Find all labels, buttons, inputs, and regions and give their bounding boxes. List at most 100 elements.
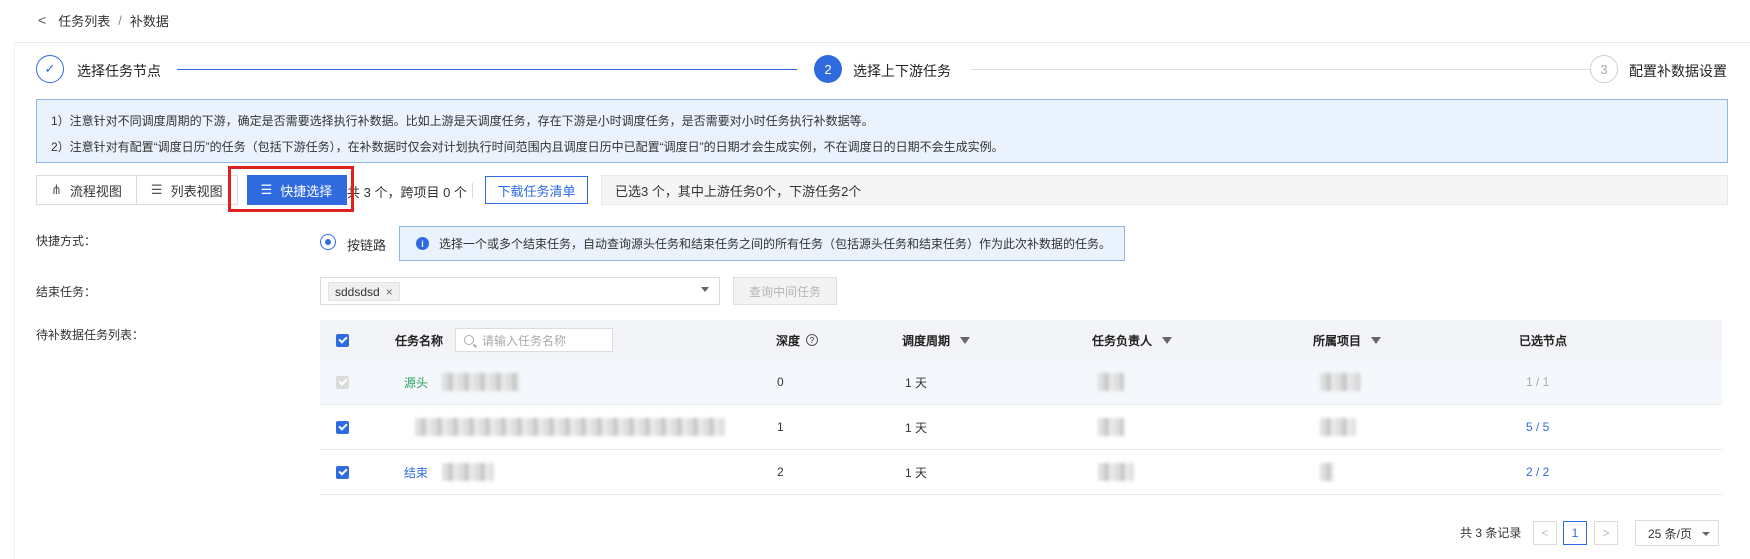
search-placeholder: 请输入任务名称 [482, 333, 567, 348]
query-middle-tasks-button[interactable]: 查询中间任务 [733, 277, 837, 305]
page-size-value: 25 条/页 [1648, 526, 1693, 541]
header-project-cell: 所属项目 [1313, 320, 1382, 360]
list-view-button[interactable]: ☰ 列表视图 [136, 175, 238, 205]
next-page-chevron-icon[interactable]: > [1594, 521, 1618, 545]
method-label: 快捷方式： [36, 234, 97, 248]
by-link-radio-label[interactable]: 按链路 [347, 235, 386, 254]
header-divider [14, 42, 1750, 43]
table-header: 任务名称 请输入任务名称 深度 ? 调度周期 任务负责人 所属项目 已选节点 [320, 320, 1722, 360]
task-list-label: 待补数据任务列表： [36, 328, 145, 342]
owner-filter-icon[interactable] [1162, 336, 1173, 344]
redacted-task-name [442, 373, 521, 391]
cycle-filter-icon[interactable] [960, 336, 971, 344]
toolbar-divider [472, 183, 473, 198]
step-1-check-icon: ✓ [36, 55, 64, 83]
end-task-tag-label: sddsdsd [335, 284, 380, 299]
step-2-label: 选择上下游任务 [853, 63, 951, 79]
table-row[interactable]: 1 1 天 5 / 5 [320, 405, 1722, 450]
header-cycle-cell: 调度周期 [902, 320, 971, 360]
method-hint-text: 选择一个或多个结束任务，自动查询源头任务和结束任务之间的所有任务（包括源头任务和… [439, 237, 1112, 251]
help-icon[interactable]: ? [806, 334, 819, 346]
selected-summary-text: 已选3 个，其中上游任务0个，下游任务2个 [615, 183, 862, 199]
flow-view-label: 流程视图 [69, 183, 122, 199]
page-number-button[interactable]: 1 [1563, 521, 1587, 545]
prev-page-chevron-icon[interactable]: < [1533, 521, 1557, 545]
redacted-project [1320, 418, 1356, 436]
header-owner: 任务负责人 [1092, 333, 1153, 348]
row-depth: 2 [777, 465, 784, 479]
end-task-label: 结束任务： [36, 285, 97, 299]
pagination-total: 共 3 条记录 [1460, 526, 1522, 540]
row-checkbox[interactable] [336, 375, 349, 389]
step-3-label: 配置补数据设置 [1629, 63, 1727, 79]
step-2-number: 2 [814, 55, 842, 83]
notice-line-2: 2）注意针对有配置“调度日历”的任务（包括下游任务），在补数据时仅会对计划执行时… [51, 140, 1004, 154]
back-chevron-icon[interactable]: < [38, 12, 46, 28]
by-link-radio[interactable] [320, 234, 336, 250]
header-depth-cell: 深度 ? [776, 320, 819, 360]
select-all-checkbox[interactable] [336, 333, 349, 347]
header-task-name: 任务名称 [395, 333, 444, 348]
list-view-label: 列表视图 [170, 183, 223, 199]
row-depth: 1 [777, 420, 784, 434]
redacted-task-name [442, 463, 495, 481]
row-selected-nodes-link[interactable]: 2 / 2 [1526, 450, 1549, 494]
download-task-list-button[interactable]: 下载任务清单 [485, 176, 588, 204]
notice-box: 1）注意针对不同调度周期的下游，确定是否需要选择执行补数据。比如上游是天调度任务… [36, 99, 1728, 163]
selected-summary-bar: 已选3 个，其中上游任务0个，下游任务2个 [601, 175, 1728, 205]
list-icon: ☰ [150, 182, 163, 197]
redacted-project [1320, 463, 1334, 481]
breadcrumb-parent-link[interactable]: 任务列表 [58, 11, 110, 30]
header-name-cell: 任务名称 请输入任务名称 [395, 320, 614, 360]
row-cycle: 1 天 [905, 420, 928, 435]
redacted-project [1320, 373, 1360, 391]
header-selected-nodes: 已选节点 [1519, 333, 1568, 348]
step-1-label: 选择任务节点 [77, 63, 161, 79]
highlight-annotation-box [228, 166, 354, 212]
row-cycle: 1 天 [905, 465, 928, 480]
search-icon [464, 335, 475, 345]
row-selected-nodes-link[interactable]: 5 / 5 [1526, 405, 1549, 449]
redacted-task-name [415, 418, 725, 436]
redacted-owner [1098, 463, 1134, 481]
notice-line-1: 1）注意针对不同调度周期的下游，确定是否需要选择执行补数据。比如上游是天调度任务… [51, 114, 874, 128]
step-connector-1 [177, 69, 797, 70]
table-row[interactable]: 源头 0 1 天 1 / 1 [320, 360, 1722, 405]
row-checkbox[interactable] [336, 420, 349, 434]
end-task-select[interactable]: sddsdsd × [320, 277, 720, 305]
end-tag: 结束 [404, 465, 429, 480]
header-owner-cell: 任务负责人 [1092, 320, 1173, 360]
step-connector-2 [971, 69, 1606, 70]
method-hint-box: i 选择一个或多个结束任务，自动查询源头任务和结束任务之间的所有任务（包括源头任… [399, 226, 1125, 261]
step-indicator: ✓ 选择任务节点 2 选择上下游任务 3 配置补数据设置 [36, 55, 1730, 85]
dropdown-caret-icon [701, 287, 709, 292]
redacted-owner [1098, 418, 1124, 436]
breadcrumb-separator: / [118, 12, 122, 28]
project-filter-icon[interactable] [1371, 336, 1382, 344]
info-icon: i [416, 237, 429, 250]
row-checkbox[interactable] [336, 465, 349, 479]
step-3-number: 3 [1590, 55, 1618, 83]
left-divider [14, 42, 15, 559]
breadcrumb-current: 补数据 [129, 13, 169, 29]
header-project: 所属项目 [1313, 333, 1362, 348]
header-nodes-cell: 已选节点 [1519, 320, 1567, 360]
redacted-owner [1098, 373, 1124, 391]
task-table: 任务名称 请输入任务名称 深度 ? 调度周期 任务负责人 所属项目 已选节点 源… [320, 320, 1722, 495]
tag-close-icon[interactable]: × [386, 285, 393, 299]
flow-tree-icon: ⋔ [51, 182, 62, 197]
source-tag: 源头 [404, 375, 429, 390]
flow-view-button[interactable]: ⋔ 流程视图 [36, 175, 137, 205]
breadcrumb: < 任务列表 / 补数据 [38, 10, 169, 30]
end-task-tag: sddsdsd × [328, 282, 400, 301]
page-size-select[interactable]: 25 条/页 [1635, 520, 1719, 546]
table-row[interactable]: 结束 2 1 天 2 / 2 [320, 450, 1722, 495]
task-name-search-input[interactable]: 请输入任务名称 [455, 328, 614, 352]
header-cycle: 调度周期 [902, 333, 951, 348]
select-all-cell [336, 320, 349, 360]
page-size-caret-icon [1702, 532, 1710, 536]
row-depth: 0 [777, 375, 784, 389]
row-cycle: 1 天 [905, 375, 928, 390]
row-selected-nodes: 1 / 1 [1526, 375, 1550, 389]
header-depth: 深度 [776, 333, 801, 348]
